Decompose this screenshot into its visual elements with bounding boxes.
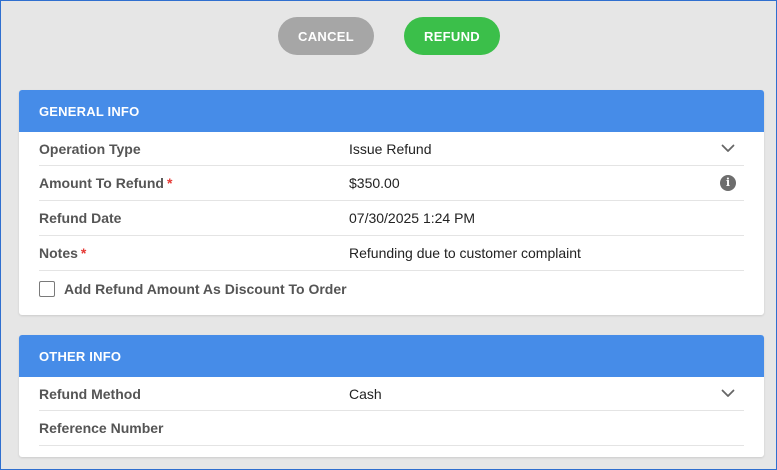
discount-checkbox-label[interactable]: Add Refund Amount As Discount To Order: [64, 281, 347, 297]
amount-to-refund-input[interactable]: $350.00: [349, 175, 744, 191]
operation-type-label: Operation Type: [39, 140, 141, 157]
general-info-title: GENERAL INFO: [39, 103, 140, 119]
action-bar: CANCEL REFUND: [0, 17, 777, 55]
other-info-card: OTHER INFO Refund Method Cash Reference …: [19, 335, 764, 457]
operation-type-select[interactable]: Issue Refund: [349, 141, 744, 157]
other-info-title: OTHER INFO: [39, 348, 122, 364]
refund-method-label: Refund Method: [39, 385, 141, 402]
discount-checkbox[interactable]: [39, 280, 55, 297]
operation-type-row[interactable]: Operation Type Issue Refund: [39, 132, 744, 166]
reference-number-row: Reference Number: [39, 411, 744, 446]
cancel-button[interactable]: CANCEL: [278, 17, 374, 55]
refund-date-row: Refund Date 07/30/2025 1:24 PM: [39, 201, 744, 236]
notes-label: Notes *: [39, 245, 349, 261]
other-info-header: OTHER INFO: [19, 335, 764, 377]
reference-number-label: Reference Number: [39, 420, 164, 436]
amount-to-refund-row: Amount To Refund * $350.00 i: [39, 166, 744, 201]
info-icon[interactable]: i: [720, 175, 736, 191]
chevron-down-icon[interactable]: [720, 141, 736, 157]
required-marker: *: [166, 175, 173, 191]
discount-checkbox-row[interactable]: Add Refund Amount As Discount To Order: [39, 271, 744, 306]
general-info-card: GENERAL INFO Operation Type Issue Refund…: [19, 90, 764, 315]
refund-button[interactable]: REFUND: [404, 17, 500, 55]
refund-method-select[interactable]: Cash: [349, 386, 744, 402]
notes-row: Notes * Refunding due to customer complai…: [39, 236, 744, 271]
required-marker: *: [80, 245, 87, 261]
refund-date-label: Refund Date: [39, 210, 122, 226]
notes-label-text: Notes: [39, 245, 78, 261]
notes-input[interactable]: Refunding due to customer complaint: [349, 245, 744, 261]
refund-date-input[interactable]: 07/30/2025 1:24 PM: [349, 210, 744, 226]
amount-to-refund-label-text: Amount To Refund: [39, 175, 164, 191]
general-info-header: GENERAL INFO: [19, 90, 764, 132]
refund-method-row[interactable]: Refund Method Cash: [39, 377, 744, 411]
amount-to-refund-label: Amount To Refund *: [39, 175, 349, 191]
chevron-down-icon[interactable]: [720, 386, 736, 402]
